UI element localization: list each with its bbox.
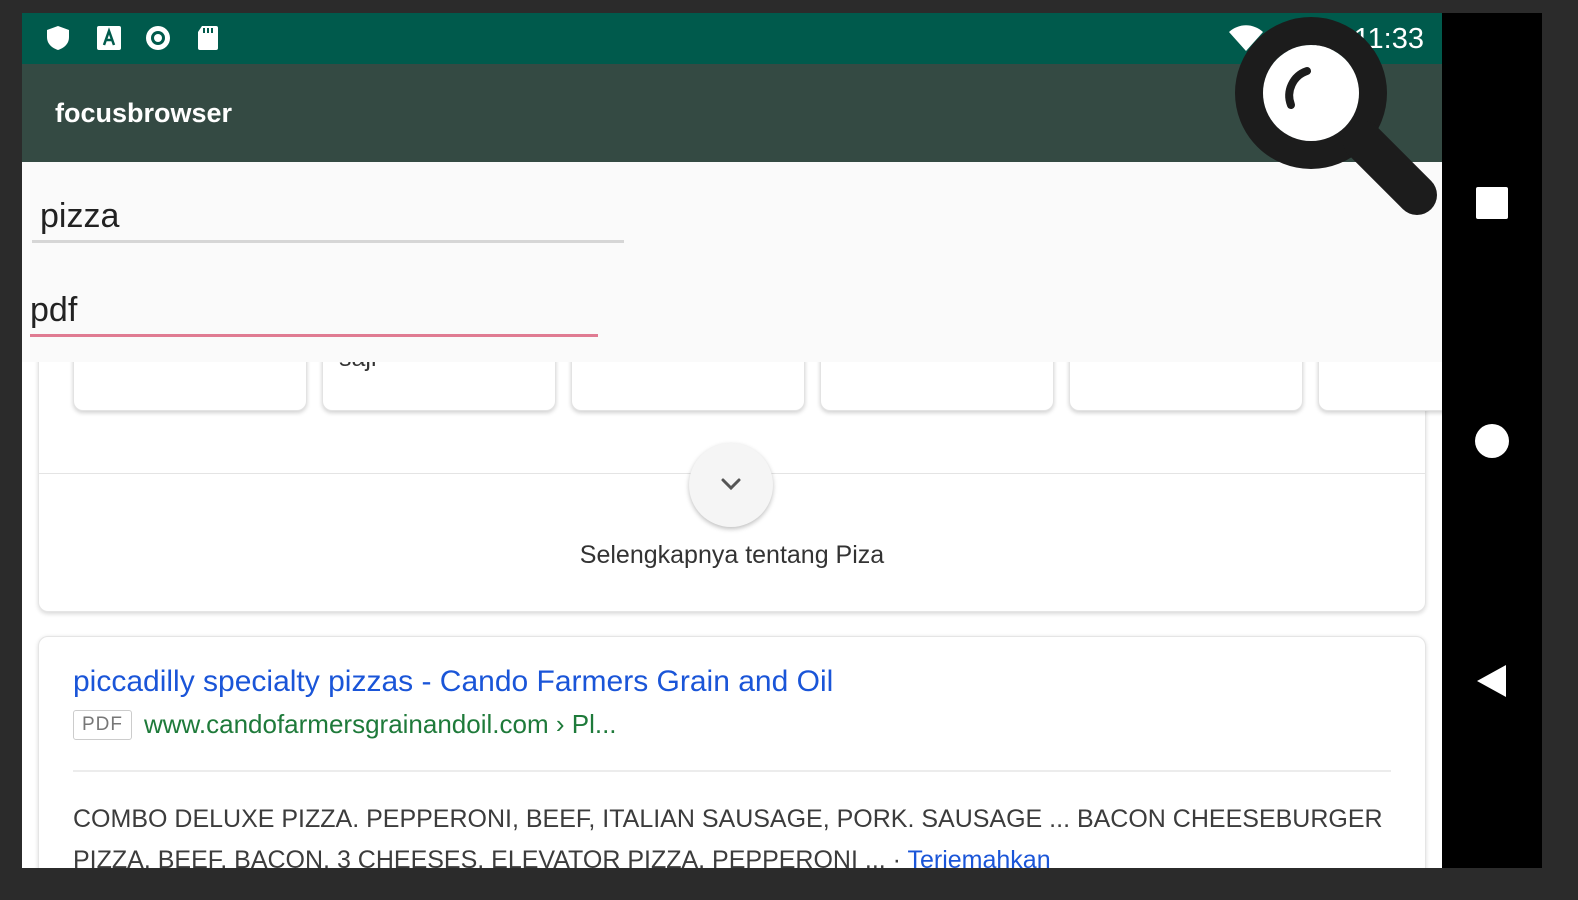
navigation-bar <box>1442 13 1542 868</box>
result-title-link[interactable]: piccadilly specialty pizzas - Cando Farm… <box>73 665 833 699</box>
app-title: focusbrowser <box>55 98 233 128</box>
screen: 11:33 focusbrowser saji Selengkapnya ten… <box>22 13 1442 868</box>
search-results[interactable]: saji Selengkapnya tentang Piza piccadill… <box>22 332 1442 868</box>
query-input[interactable] <box>32 192 624 243</box>
device-frame: 11:33 focusbrowser saji Selengkapnya ten… <box>22 13 1542 868</box>
sd-card-icon <box>198 26 218 50</box>
search-button[interactable] <box>1227 13 1442 223</box>
knowledge-panel-card: saji Selengkapnya tentang Piza <box>38 332 1442 612</box>
a-letter-icon <box>97 26 121 50</box>
snippet-text: COMBO DELUXE PIZZA. PEPPERONI, BEEF, ITA… <box>73 805 1383 868</box>
translate-link[interactable]: Terjemahkan <box>907 846 1050 868</box>
shield-icon <box>47 26 69 50</box>
back-icon[interactable] <box>1474 663 1510 699</box>
home-icon[interactable] <box>1474 423 1510 459</box>
chevron-down-icon <box>721 478 741 491</box>
circle-icon <box>146 26 170 50</box>
magnifier-icon <box>1235 17 1437 215</box>
file-type-badge: PDF <box>73 709 132 740</box>
expand-button[interactable] <box>689 443 773 527</box>
divider <box>73 770 1391 772</box>
recents-icon[interactable] <box>1474 185 1510 221</box>
result-url-row: PDF www.candofarmersgrainandoil.com › Pl.… <box>73 709 617 745</box>
result-card: piccadilly specialty pizzas - Cando Farm… <box>38 636 1426 868</box>
more-about-label[interactable]: Selengkapnya tentang Piza <box>39 541 1425 570</box>
filetype-input[interactable] <box>30 286 598 337</box>
result-snippet: COMBO DELUXE PIZZA. PEPPERONI, BEEF, ITA… <box>73 799 1393 868</box>
result-url[interactable]: www.candofarmersgrainandoil.com › Pl... <box>144 709 617 740</box>
